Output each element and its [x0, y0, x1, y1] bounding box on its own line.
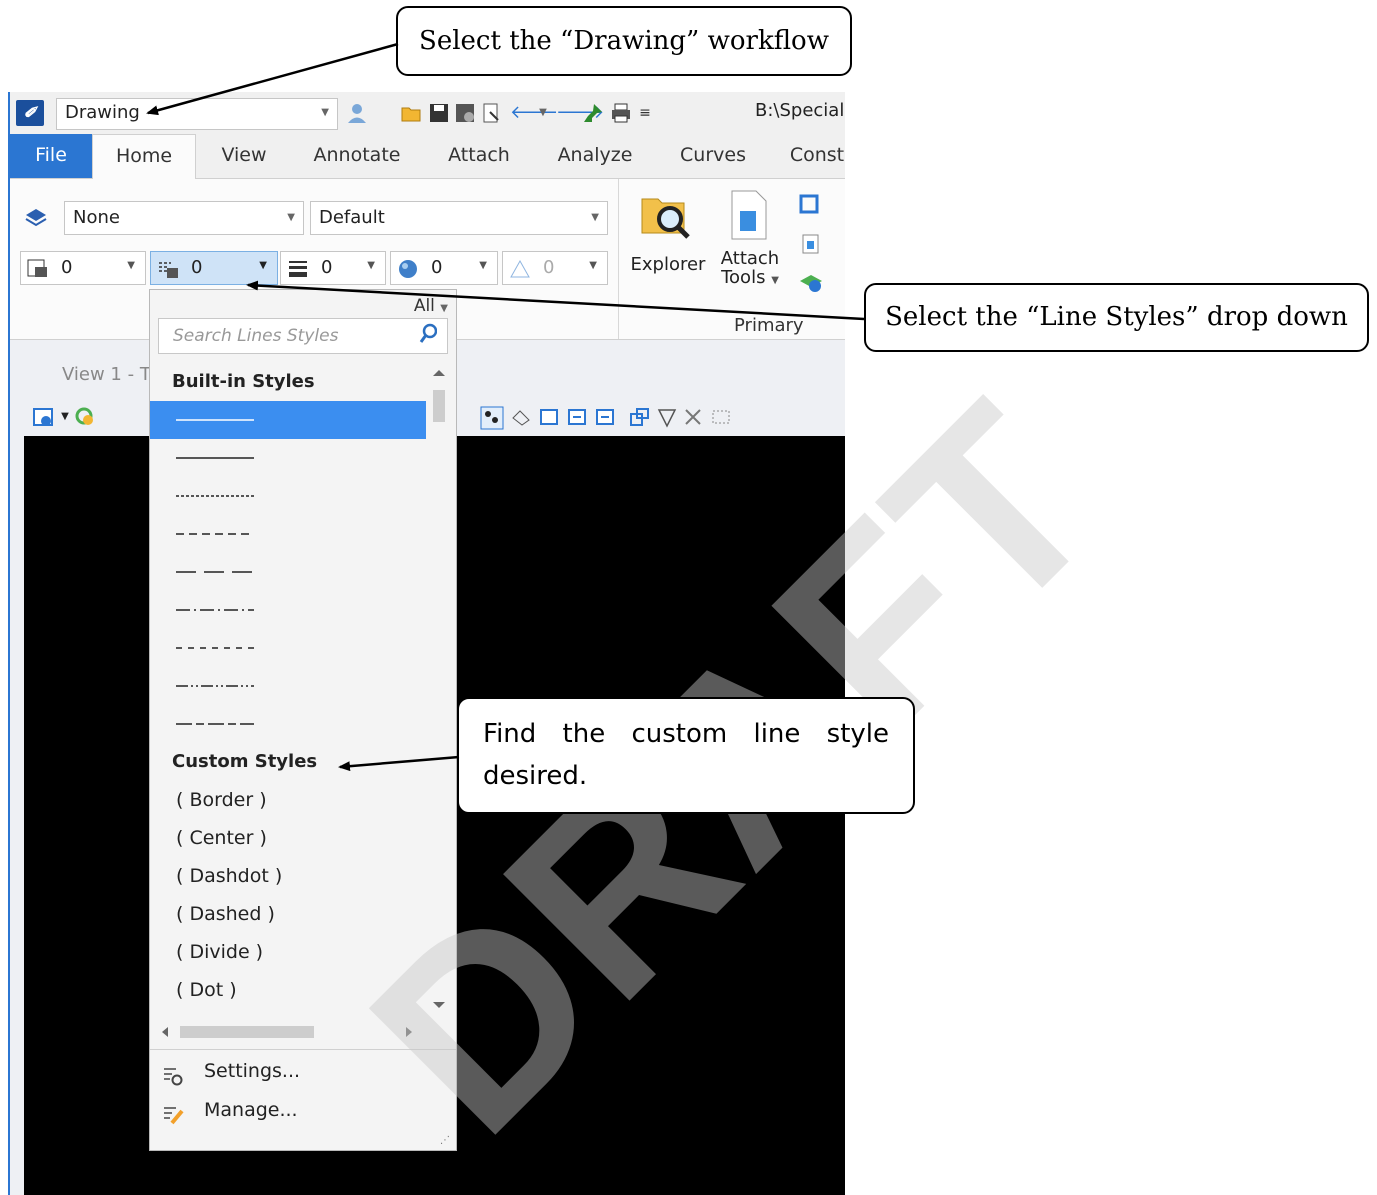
arrow-to-workflow [146, 42, 399, 116]
arrow-to-line-styles [246, 280, 865, 321]
callout-arrows [146, 42, 865, 772]
arrow-to-custom-styles [338, 755, 460, 772]
